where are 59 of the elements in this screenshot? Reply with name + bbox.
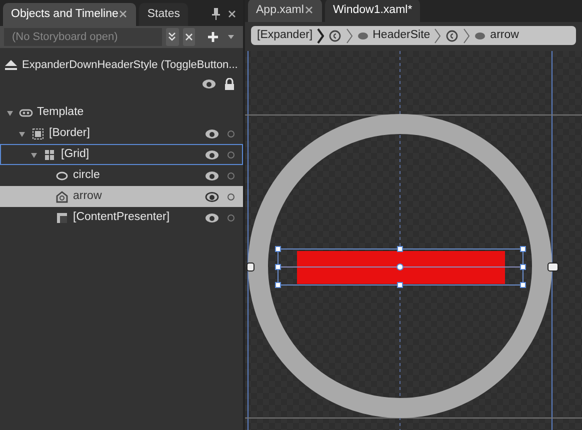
lock-toggle-icon[interactable] [227, 172, 235, 180]
close-icon[interactable] [118, 8, 128, 19]
tree-item[interactable]: [Grid] [0, 144, 243, 165]
presenter-icon [55, 212, 69, 224]
chevron-icon [434, 28, 442, 44]
eye-icon[interactable] [205, 212, 219, 224]
selection-handles[interactable] [275, 246, 526, 288]
breadcrumb-item[interactable]: HeaderSite [356, 26, 430, 44]
expand-arrow-icon[interactable] [30, 150, 38, 158]
panel-tab[interactable]: Objects and Timeline [3, 2, 136, 26]
tree-item[interactable]: arrow [0, 186, 243, 207]
breadcrumb-item[interactable]: [Expander] [257, 26, 313, 44]
close-icon [184, 32, 194, 42]
tree-item[interactable]: Template [0, 102, 243, 123]
scope-title: ExpanderDownHeaderStyle (ToggleButton... [22, 58, 238, 73]
margin-handle[interactable] [246, 262, 254, 272]
template-icon[interactable] [328, 30, 342, 42]
close-icon[interactable] [304, 4, 314, 15]
eye-icon[interactable] [205, 170, 219, 182]
border-icon [31, 128, 45, 140]
expand-arrow-icon[interactable] [18, 130, 26, 138]
close-icon[interactable] [227, 9, 237, 19]
grid-icon [43, 148, 57, 160]
eye-icon[interactable] [205, 128, 219, 140]
up-icon[interactable] [4, 59, 18, 71]
expand-arrow-icon[interactable] [6, 108, 14, 116]
caret-icon[interactable] [227, 34, 235, 40]
tree-item[interactable]: [Border] [0, 123, 243, 144]
eye-icon[interactable] [205, 190, 219, 202]
lock-toggle-icon[interactable] [227, 214, 235, 222]
ellipse-icon [55, 170, 69, 182]
expand-button[interactable] [166, 28, 178, 46]
double-chevron-icon [167, 32, 178, 42]
lock-toggle-icon[interactable] [227, 130, 235, 138]
chevron-icon [316, 28, 324, 44]
lock-toggle-icon[interactable] [227, 192, 235, 200]
lock-toggle-icon[interactable] [227, 150, 235, 158]
panel-tab[interactable]: States [139, 2, 188, 26]
breadcrumb-item[interactable]: arrow [474, 26, 519, 44]
tree-item[interactable]: [ContentPresenter] [0, 207, 243, 228]
document-tab[interactable]: App.xaml [248, 0, 322, 22]
eye-icon[interactable] [202, 78, 216, 90]
tree-item[interactable]: circle [0, 165, 243, 186]
path-icon [55, 190, 69, 202]
chevron-icon [346, 28, 353, 44]
template-icon[interactable] [445, 30, 460, 42]
eye-icon[interactable] [205, 148, 219, 160]
chain-icon [19, 106, 33, 118]
circle-shape[interactable] [248, 114, 552, 418]
storyboard-field[interactable]: (No Storyboard open) [4, 28, 162, 46]
element-icon [356, 30, 369, 42]
element-icon [474, 30, 486, 42]
close-storyboard-button[interactable] [182, 28, 195, 46]
chevron-icon [463, 28, 470, 44]
document-tab[interactable]: Window1.xaml* [324, 0, 420, 22]
margin-handle[interactable] [548, 262, 558, 272]
lock-icon[interactable] [224, 78, 235, 90]
pin-icon[interactable] [211, 8, 221, 20]
plus-icon[interactable] [207, 31, 219, 43]
